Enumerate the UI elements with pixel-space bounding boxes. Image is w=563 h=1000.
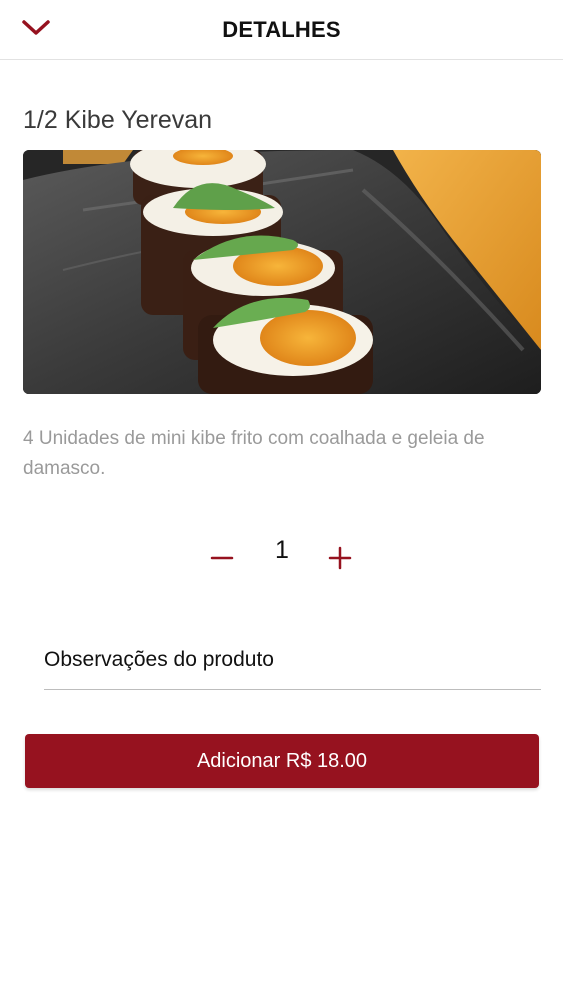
increase-quantity-button[interactable] — [318, 538, 362, 582]
page-title: DETALHES — [222, 17, 341, 42]
plus-icon — [328, 546, 352, 575]
minus-icon — [210, 546, 234, 575]
product-image — [23, 150, 541, 394]
decrease-quantity-button[interactable] — [200, 538, 244, 582]
product-name: 1/2 Kibe Yerevan — [23, 106, 213, 134]
quantity-stepper: 1 — [0, 530, 563, 586]
app-header: DETALHES — [0, 0, 563, 60]
product-description: 4 Unidades de mini kibe frito com coalha… — [23, 428, 485, 479]
quantity-value: 1 — [275, 536, 289, 564]
add-to-cart-button[interactable]: Adicionar R$ 18.00 — [25, 734, 539, 788]
product-notes-input[interactable] — [44, 630, 541, 690]
